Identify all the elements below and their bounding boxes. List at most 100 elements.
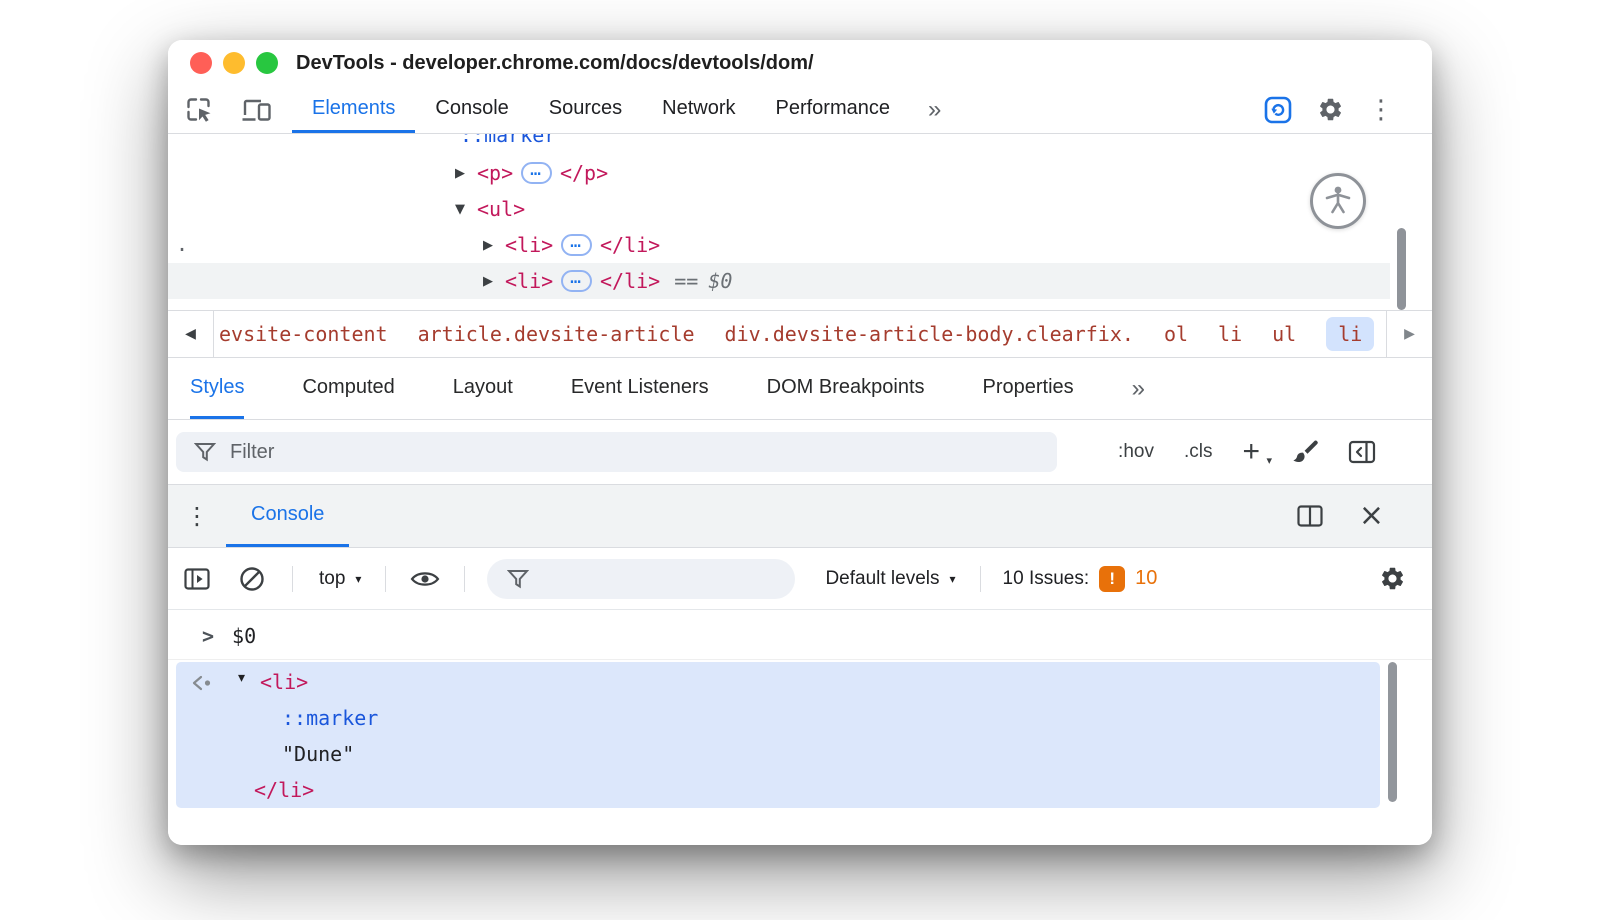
main-menu-button[interactable]: ⋮ xyxy=(1368,97,1394,123)
breadcrumb-item-selected[interactable]: li xyxy=(1326,317,1374,351)
console-filter-field-wrap[interactable] xyxy=(487,559,795,599)
split-panel-button[interactable] xyxy=(1297,505,1323,527)
rendering-emulation-button[interactable] xyxy=(1290,438,1318,466)
breadcrumb-item[interactable]: div.devsite-article-body.clearfix. xyxy=(725,322,1134,346)
more-tabs-button[interactable]: » xyxy=(1132,358,1145,419)
breadcrumb-item[interactable]: ol xyxy=(1164,322,1188,346)
breadcrumb-prev-button[interactable]: ◀ xyxy=(168,311,214,357)
device-toolbar-button[interactable] xyxy=(240,96,272,124)
breadcrumb: evsite-content article.devsite-article d… xyxy=(214,311,1386,357)
toggle-element-classes-button[interactable]: .cls xyxy=(1184,441,1213,463)
accessibility-figure-icon xyxy=(1310,173,1366,229)
styles-filter-input[interactable] xyxy=(230,441,1039,464)
inspect-element-button[interactable] xyxy=(184,95,214,125)
console-sidebar-icon xyxy=(184,568,210,590)
dom-tree-row[interactable]: ▶ <p> … </p> xyxy=(168,155,1390,191)
context-selector-dropdown[interactable]: top ▾ xyxy=(319,568,361,590)
tab-label: Network xyxy=(662,97,735,120)
tab-label: Console xyxy=(435,97,508,120)
window-title: DevTools - developer.chrome.com/docs/dev… xyxy=(296,52,814,75)
tab-layout[interactable]: Layout xyxy=(453,358,513,419)
scrollbar-thumb[interactable] xyxy=(1388,662,1397,802)
console-drawer-header: ⋮ Console × xyxy=(168,485,1432,548)
disclosure-triangle-icon[interactable]: ▶ xyxy=(455,166,477,181)
context-label: top xyxy=(319,568,345,590)
log-levels-dropdown[interactable]: Default levels ▾ xyxy=(825,568,955,590)
tab-sources[interactable]: Sources xyxy=(529,86,642,133)
tab-label: Elements xyxy=(312,97,395,120)
tab-network[interactable]: Network xyxy=(642,86,755,133)
close-drawer-button[interactable]: × xyxy=(1359,501,1384,531)
gear-icon xyxy=(1317,96,1344,123)
console-settings-button[interactable] xyxy=(1379,565,1406,592)
close-window-button[interactable] xyxy=(190,52,212,74)
tag-open-label: <li> xyxy=(505,233,553,257)
console-history-entry[interactable]: > $0 xyxy=(168,612,1432,660)
new-style-rule-caret-icon: ▾ xyxy=(1266,455,1272,466)
tab-console-drawer[interactable]: Console xyxy=(226,485,349,547)
tab-label: Sources xyxy=(549,97,622,120)
paint-brush-icon xyxy=(1290,438,1318,466)
toggle-sidebar-button[interactable] xyxy=(1348,440,1376,464)
tab-label: Performance xyxy=(776,97,891,120)
console-filter-input[interactable] xyxy=(529,568,785,590)
disclosure-triangle-icon[interactable]: ▶ xyxy=(483,238,505,253)
inline-expand-button[interactable]: … xyxy=(561,270,592,292)
tab-properties[interactable]: Properties xyxy=(983,358,1074,419)
separator xyxy=(292,566,293,592)
tag-open-label: <li> xyxy=(260,664,308,700)
breadcrumb-item[interactable]: evsite-content xyxy=(219,322,388,346)
chevron-right-icon: ▶ xyxy=(1404,326,1415,342)
more-tabs-button[interactable]: » xyxy=(910,86,959,133)
chevron-down-icon: ▾ xyxy=(355,572,361,586)
log-levels-label: Default levels xyxy=(825,568,939,590)
console-output-arrow-icon xyxy=(190,673,214,697)
disclosure-triangle-icon[interactable]: ▶ xyxy=(483,274,505,289)
tag-close-label: </li> xyxy=(600,233,660,257)
pseudo-element-label: ::marker xyxy=(282,700,378,736)
refresh-devtools-button[interactable] xyxy=(1263,95,1293,125)
breadcrumb-item[interactable]: ul xyxy=(1272,322,1296,346)
breadcrumb-next-button[interactable]: ▶ xyxy=(1386,311,1432,357)
console-sidebar-button[interactable] xyxy=(184,568,210,590)
breadcrumb-item[interactable]: article.devsite-article xyxy=(418,322,695,346)
dom-tree-row-selected[interactable]: ▶ <li> … </li> == $0 xyxy=(168,263,1390,299)
clear-icon xyxy=(238,565,266,593)
tab-console[interactable]: Console xyxy=(415,86,528,133)
traffic-lights xyxy=(190,52,278,74)
scrollbar-thumb[interactable] xyxy=(1397,228,1406,310)
clear-console-button[interactable] xyxy=(238,565,266,593)
styles-filter-field-wrap[interactable] xyxy=(176,432,1057,472)
disclosure-triangle-icon[interactable]: ▼ xyxy=(455,202,477,217)
tab-computed[interactable]: Computed xyxy=(302,358,394,419)
live-expression-button[interactable] xyxy=(410,569,440,589)
zoom-window-button[interactable] xyxy=(256,52,278,74)
text-node-value: "Dune" xyxy=(282,736,354,772)
settings-button[interactable] xyxy=(1317,96,1344,123)
toggle-pseudo-state-button[interactable]: :hov xyxy=(1118,441,1154,463)
inline-expand-button[interactable]: … xyxy=(561,234,592,256)
disclosure-triangle-icon[interactable]: ▾ xyxy=(238,670,245,686)
dom-tree-row[interactable]: ▶ <li> … </li> xyxy=(168,227,1390,263)
new-style-rule-button[interactable]: + ▾ xyxy=(1242,437,1260,467)
inline-expand-button[interactable]: … xyxy=(521,162,552,184)
close-icon: × xyxy=(1359,498,1384,533)
tab-elements[interactable]: Elements xyxy=(292,86,415,133)
elements-tree-panel: ::marker . ⋯ ▶ <p> … </p> ▼ <ul> ▶ <li> … xyxy=(168,134,1432,310)
prompt-chevron-icon: > xyxy=(202,624,214,648)
issues-button[interactable]: 10 Issues: ! 10 xyxy=(1003,566,1158,592)
minimize-window-button[interactable] xyxy=(223,52,245,74)
console-result-block[interactable]: ▾ <li> ::marker "Dune" </li> xyxy=(176,662,1380,808)
tab-dom-breakpoints[interactable]: DOM Breakpoints xyxy=(767,358,925,419)
breadcrumb-item[interactable]: li xyxy=(1218,322,1242,346)
tag-close-label: </li> xyxy=(254,772,314,808)
titlebar: DevTools - developer.chrome.com/docs/dev… xyxy=(168,40,1432,86)
chevron-down-icon: ▾ xyxy=(950,572,956,586)
tab-performance[interactable]: Performance xyxy=(756,86,911,133)
separator xyxy=(464,566,465,592)
tab-styles[interactable]: Styles xyxy=(190,358,244,419)
tab-event-listeners[interactable]: Event Listeners xyxy=(571,358,709,419)
drawer-menu-button[interactable]: ⋮ xyxy=(168,485,226,547)
inspect-icon xyxy=(184,95,214,125)
dom-tree-row[interactable]: ▼ <ul> xyxy=(168,191,1390,227)
